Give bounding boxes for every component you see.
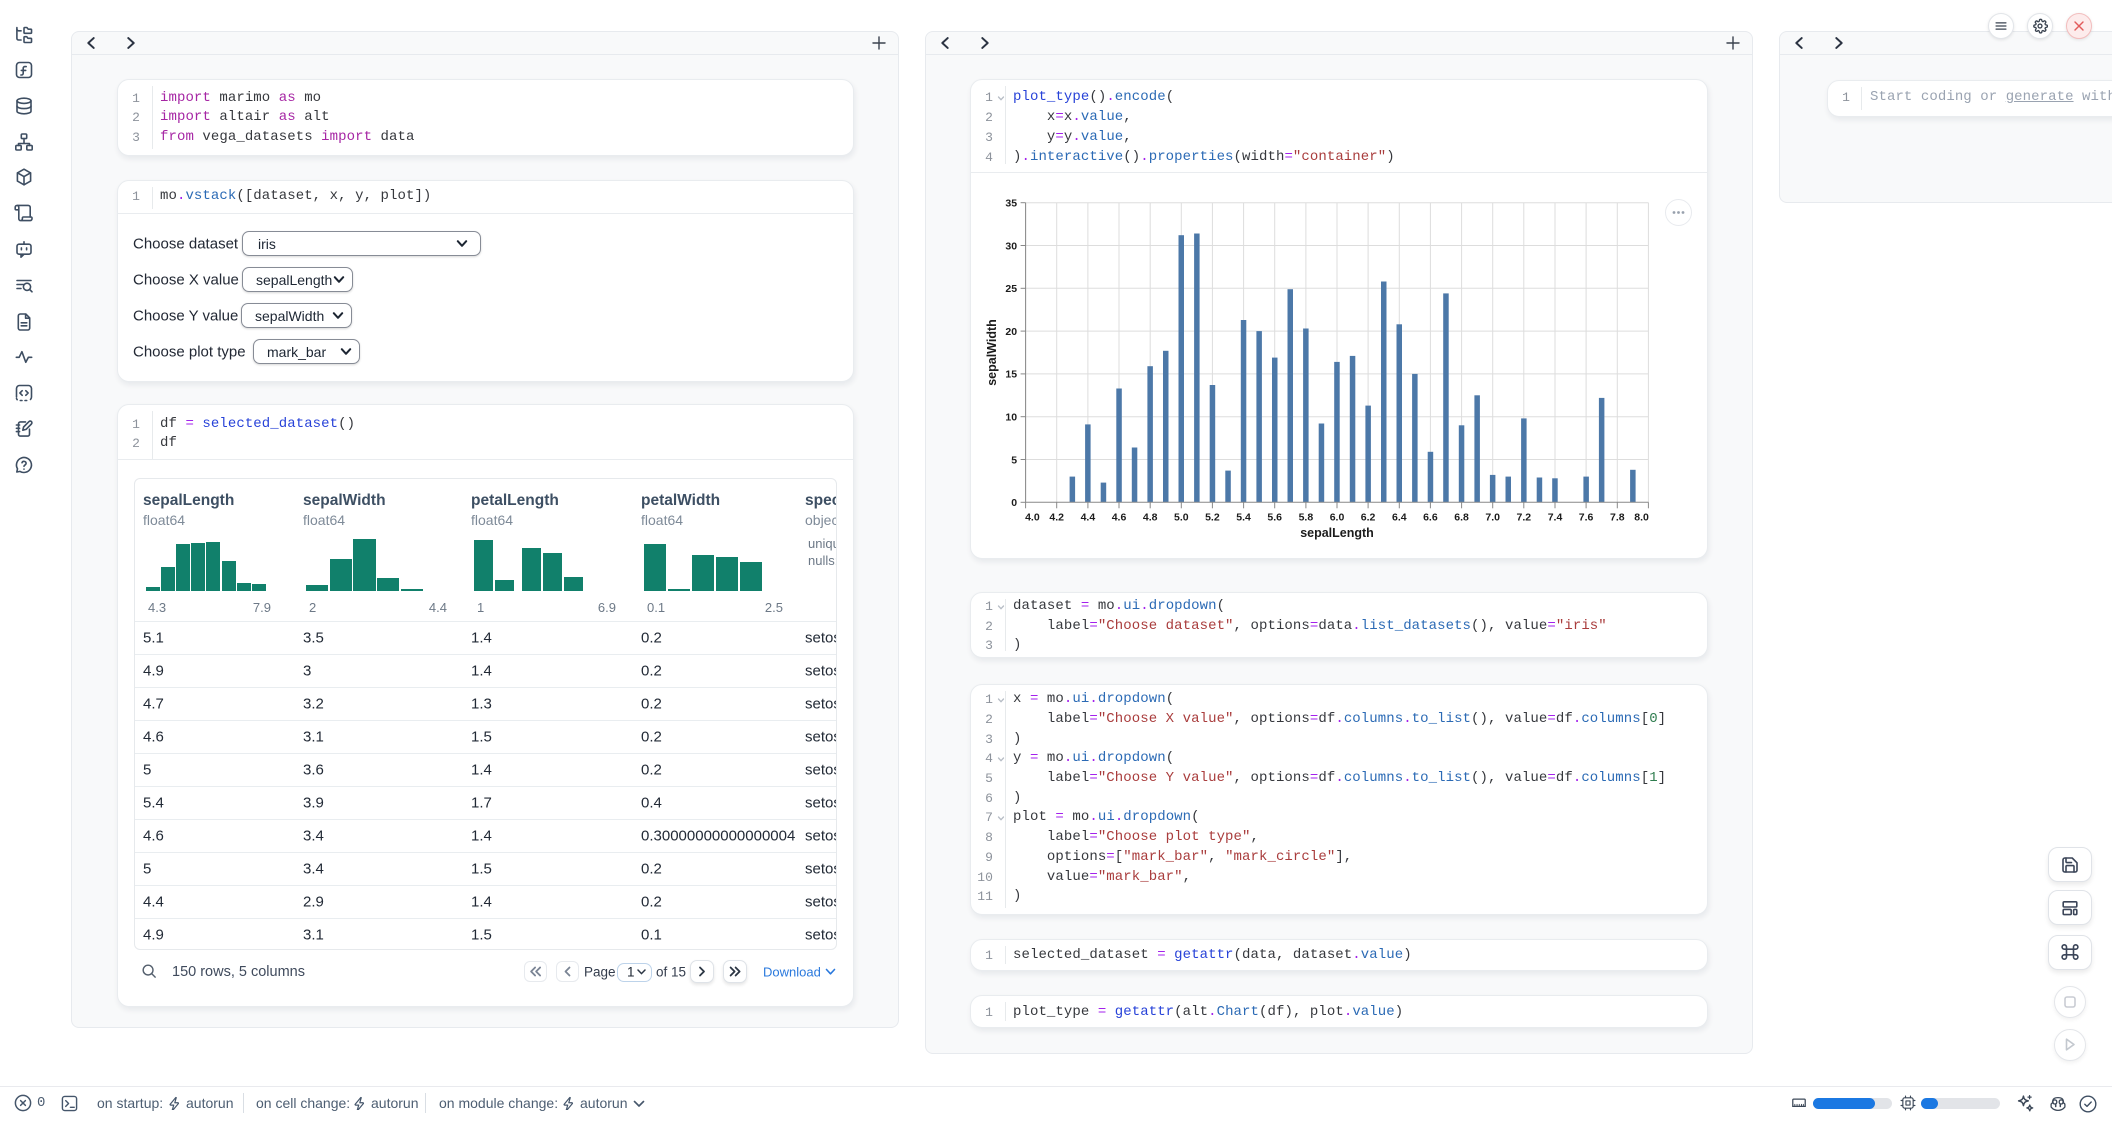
- svg-text:5.8: 5.8: [1299, 512, 1314, 524]
- svg-text:7.2: 7.2: [1516, 512, 1531, 524]
- svg-text:7.6: 7.6: [1579, 512, 1594, 524]
- svg-text:6.2: 6.2: [1361, 512, 1376, 524]
- svg-text:15: 15: [1005, 369, 1017, 381]
- svg-text:30: 30: [1005, 240, 1017, 252]
- svg-text:sepalWidth: sepalWidth: [985, 319, 999, 386]
- svg-text:5.6: 5.6: [1267, 512, 1282, 524]
- svg-text:5.0: 5.0: [1174, 512, 1189, 524]
- svg-text:7.0: 7.0: [1485, 512, 1500, 524]
- svg-text:10: 10: [1005, 412, 1017, 424]
- svg-text:7.4: 7.4: [1548, 512, 1563, 524]
- svg-text:25: 25: [1005, 283, 1017, 295]
- svg-text:35: 35: [1005, 198, 1017, 210]
- svg-text:6.0: 6.0: [1330, 512, 1345, 524]
- svg-text:6.4: 6.4: [1392, 512, 1407, 524]
- svg-text:4.0: 4.0: [1025, 512, 1040, 524]
- svg-text:8.0: 8.0: [1634, 512, 1649, 524]
- svg-text:6.6: 6.6: [1423, 512, 1438, 524]
- svg-text:4.4: 4.4: [1081, 512, 1096, 524]
- svg-text:0: 0: [1011, 497, 1017, 509]
- svg-text:5.4: 5.4: [1236, 512, 1251, 524]
- svg-text:4.6: 4.6: [1112, 512, 1127, 524]
- svg-text:7.8: 7.8: [1610, 512, 1625, 524]
- svg-text:5: 5: [1011, 454, 1017, 466]
- svg-text:sepalLength: sepalLength: [1300, 526, 1374, 540]
- svg-text:5.2: 5.2: [1205, 512, 1220, 524]
- svg-text:6.8: 6.8: [1454, 512, 1469, 524]
- svg-text:4.2: 4.2: [1049, 512, 1064, 524]
- svg-text:20: 20: [1005, 326, 1017, 338]
- svg-text:4.8: 4.8: [1143, 512, 1158, 524]
